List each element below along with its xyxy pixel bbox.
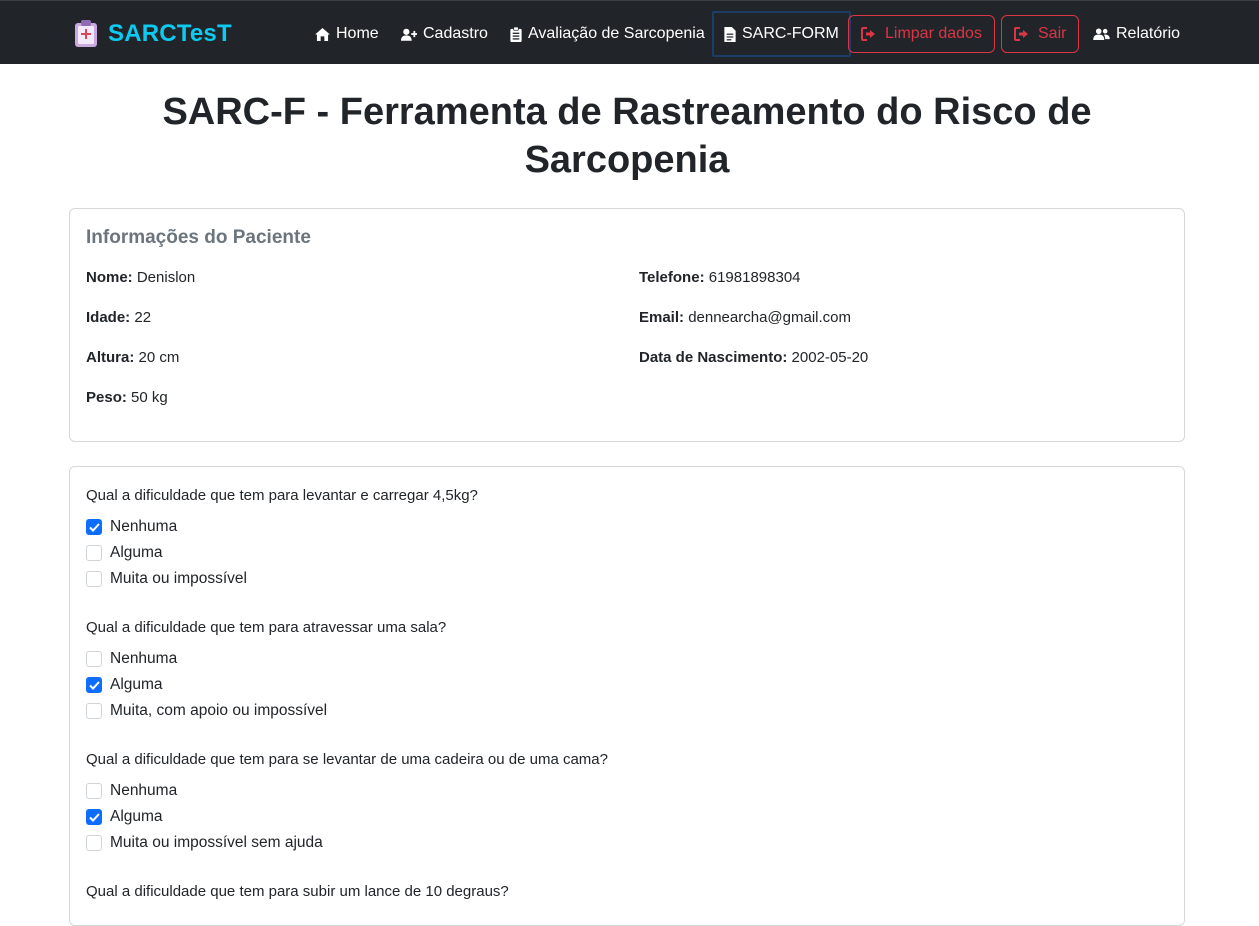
patient-height: Altura: 20 cm bbox=[86, 349, 179, 366]
option-row[interactable]: Muita, com apoio ou impossível bbox=[86, 701, 327, 721]
nav-cadastro-label: Cadastro bbox=[423, 25, 488, 42]
patient-phone: Telefone: 61981898304 bbox=[639, 269, 801, 286]
question-text: Qual a dificuldade que tem para subir um… bbox=[86, 883, 509, 900]
patient-name: Nome: Denislon bbox=[86, 269, 195, 286]
option-row[interactable]: Alguma bbox=[86, 807, 163, 827]
brand-name: SARCTesT bbox=[108, 20, 232, 47]
option-label: Nenhuma bbox=[110, 650, 178, 667]
nav-home-label: Home bbox=[336, 25, 379, 42]
clipboard-list-icon bbox=[510, 26, 522, 42]
clipboard-logo-icon bbox=[75, 20, 97, 47]
checkbox[interactable] bbox=[86, 651, 102, 667]
field-label: Email: bbox=[639, 309, 685, 326]
sign-out-icon bbox=[1014, 27, 1028, 41]
option-row[interactable]: Nenhuma bbox=[86, 781, 177, 801]
field-value: 50 kg bbox=[131, 389, 168, 406]
nav-relatorio[interactable]: Relatório bbox=[1093, 11, 1180, 57]
sign-out-icon bbox=[861, 27, 875, 41]
field-value: 2002-05-20 bbox=[791, 349, 869, 366]
question-text: Qual a dificuldade que tem para se levan… bbox=[86, 751, 608, 768]
checkbox[interactable] bbox=[86, 835, 102, 851]
nav-avaliacao[interactable]: Avaliação de Sarcopenia bbox=[510, 11, 705, 57]
nav-relatorio-label: Relatório bbox=[1116, 25, 1181, 42]
nav-sarc-form[interactable]: SARC-FORM bbox=[712, 11, 851, 57]
checkbox[interactable] bbox=[86, 703, 102, 719]
sarc-f-form-card: Qual a dificuldade que tem para levantar… bbox=[69, 466, 1185, 926]
checkbox[interactable] bbox=[86, 677, 102, 693]
clear-data-label: Limpar dados bbox=[885, 25, 982, 42]
field-label: Peso: bbox=[86, 389, 127, 406]
logout-label: Sair bbox=[1038, 25, 1067, 42]
option-row[interactable]: Nenhuma bbox=[86, 517, 177, 537]
patient-birthdate: Data de Nascimento: 2002-05-20 bbox=[639, 349, 868, 366]
option-label: Muita ou impossível sem ajuda bbox=[110, 834, 323, 851]
logout-button[interactable]: Sair bbox=[1001, 15, 1080, 53]
field-label: Data de Nascimento: bbox=[639, 349, 788, 366]
field-value: dennearcha@gmail.com bbox=[688, 309, 851, 326]
field-value: 22 bbox=[134, 309, 152, 326]
nav-avaliacao-label: Avaliação de Sarcopenia bbox=[528, 25, 705, 42]
home-icon bbox=[315, 27, 330, 41]
checkbox[interactable] bbox=[86, 783, 102, 799]
file-icon bbox=[724, 26, 736, 42]
navbar: SARCTesT Home Cadastro Avaliação de Sarc… bbox=[0, 0, 1259, 64]
patient-weight: Peso: 50 kg bbox=[86, 389, 168, 406]
patient-age: Idade: 22 bbox=[86, 309, 151, 326]
field-label: Nome: bbox=[86, 269, 133, 286]
users-icon bbox=[1093, 28, 1110, 40]
page-title: SARC-F - Ferramenta de Rastreamento do R… bbox=[162, 91, 1092, 181]
option-row[interactable]: Alguma bbox=[86, 543, 163, 563]
nav-home[interactable]: Home bbox=[315, 11, 379, 57]
clear-data-button[interactable]: Limpar dados bbox=[848, 15, 995, 53]
question-text: Qual a dificuldade que tem para atravess… bbox=[86, 619, 447, 636]
option-label: Nenhuma bbox=[110, 518, 178, 535]
checkbox[interactable] bbox=[86, 571, 102, 587]
checkbox[interactable] bbox=[86, 545, 102, 561]
field-value: 20 cm bbox=[138, 349, 180, 366]
field-label: Idade: bbox=[86, 309, 131, 326]
option-label: Nenhuma bbox=[110, 782, 178, 799]
option-label: Alguma bbox=[110, 808, 163, 825]
option-label: Alguma bbox=[110, 676, 163, 693]
checkbox[interactable] bbox=[86, 809, 102, 825]
question-text: Qual a dificuldade que tem para levantar… bbox=[86, 487, 478, 504]
brand[interactable]: SARCTesT bbox=[74, 19, 232, 49]
user-plus-icon bbox=[401, 28, 417, 41]
field-value: 61981898304 bbox=[708, 269, 801, 286]
option-label: Muita ou impossível bbox=[110, 570, 247, 587]
field-label: Telefone: bbox=[639, 269, 705, 286]
option-row[interactable]: Alguma bbox=[86, 675, 163, 695]
nav-sarc-form-label: SARC-FORM bbox=[742, 25, 839, 42]
field-label: Altura: bbox=[86, 349, 135, 366]
option-row[interactable]: Muita ou impossível sem ajuda bbox=[86, 833, 323, 853]
patient-email: Email: dennearcha@gmail.com bbox=[639, 309, 851, 326]
option-row[interactable]: Nenhuma bbox=[86, 649, 177, 669]
nav-cadastro[interactable]: Cadastro bbox=[401, 11, 488, 57]
field-value: Denislon bbox=[136, 269, 196, 286]
option-label: Muita, com apoio ou impossível bbox=[110, 702, 328, 719]
option-row[interactable]: Muita ou impossível bbox=[86, 569, 247, 589]
patient-info-card: Informações do Paciente Nome: Denislon I… bbox=[69, 208, 1185, 442]
checkbox[interactable] bbox=[86, 519, 102, 535]
option-label: Alguma bbox=[110, 544, 163, 561]
patient-info-heading: Informações do Paciente bbox=[86, 227, 311, 248]
